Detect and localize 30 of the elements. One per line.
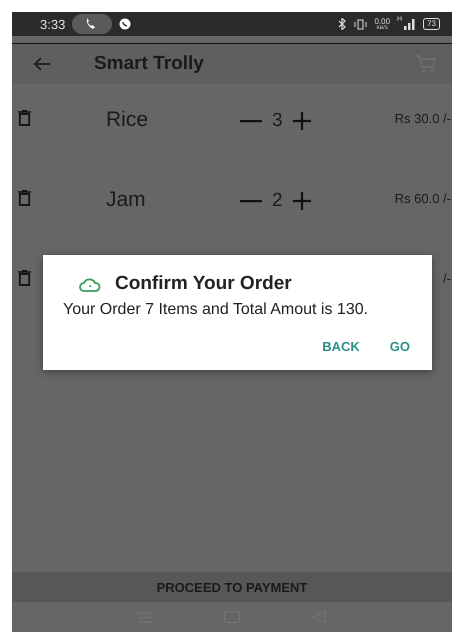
item-name: Jam	[106, 188, 147, 212]
minus-icon[interactable]	[240, 199, 262, 203]
item-price: Rs 60.0 /-	[394, 191, 452, 206]
plus-icon[interactable]	[292, 192, 311, 210]
back-arrow-icon[interactable]	[33, 57, 51, 71]
status-time: 3:33	[40, 16, 66, 32]
chat-icon	[119, 18, 132, 30]
dialog-title: Confirm Your Order	[115, 273, 292, 295]
app-title: Smart Trolly	[94, 53, 204, 75]
proceed-button[interactable]: PROCEED TO PAYMENT	[12, 572, 452, 602]
item-name: Rice	[106, 108, 150, 132]
item-price: /-	[443, 271, 452, 286]
trash-icon[interactable]	[18, 190, 31, 206]
trash-icon[interactable]	[18, 110, 31, 126]
item-price: Rs 30.0 /-	[394, 111, 452, 126]
data-speed: 0.00	[374, 18, 390, 26]
item-quantity: 2	[272, 190, 283, 212]
dialog-button[interactable]: GO	[390, 336, 410, 356]
trash-icon[interactable]	[18, 270, 31, 286]
signal-icon	[404, 18, 416, 30]
item-quantity: 3	[272, 110, 283, 132]
vibrate-icon	[354, 18, 368, 30]
cloud-icon	[79, 276, 101, 292]
minus-icon[interactable]	[240, 119, 262, 123]
bluetooth-icon	[338, 18, 348, 30]
battery-level: 73	[423, 18, 440, 30]
dialog-button[interactable]: BACK	[322, 336, 360, 356]
phone-call-icon	[72, 14, 112, 34]
dialog-message: Your Order 7 Items and Total Amout is 130.	[63, 301, 370, 319]
plus-icon[interactable]	[292, 112, 311, 130]
